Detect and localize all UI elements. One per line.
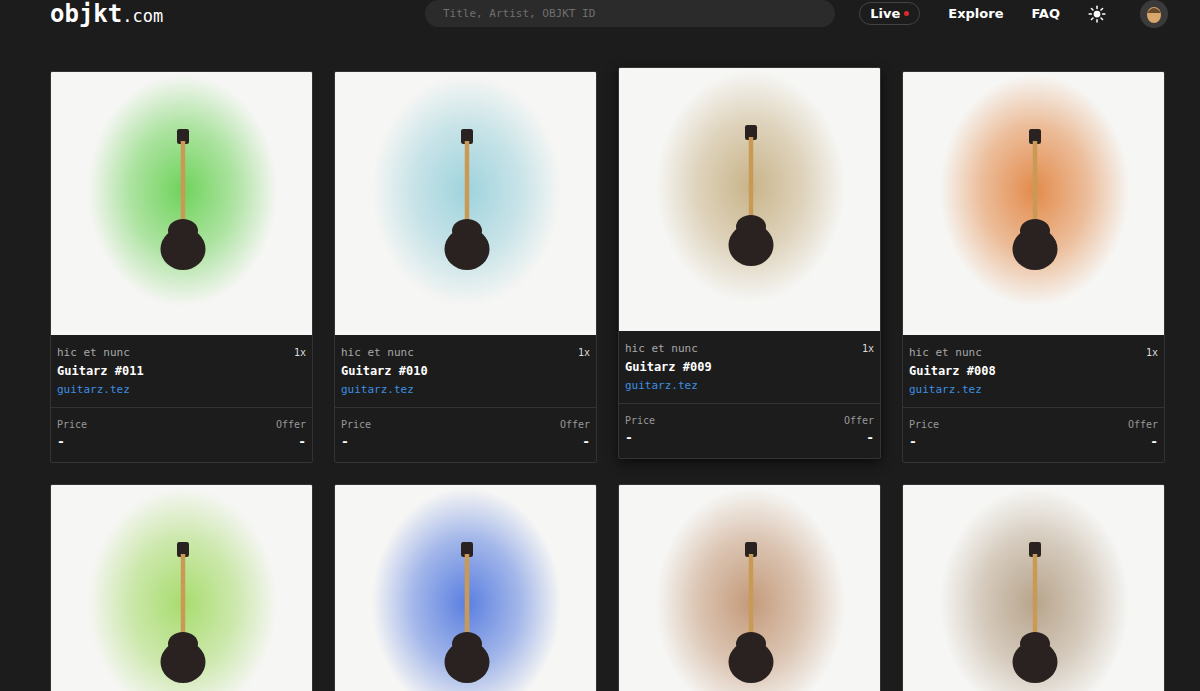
offer-label: Offer: [1128, 417, 1158, 432]
price-row: Price Offer - -: [903, 408, 1164, 462]
offer-label: Offer: [844, 413, 874, 428]
artwork-card[interactable]: [50, 484, 313, 691]
price-label: Price: [909, 417, 939, 432]
artwork-card[interactable]: hic et nunc 1x Guitarz #008 guitarz.tez …: [902, 71, 1165, 463]
top-bar: objkt.com Title, Artist, OBJKT ID Live Ex…: [0, 0, 1200, 27]
platform-label: hic et nunc: [341, 345, 414, 361]
artwork-image[interactable]: [903, 72, 1165, 335]
artwork-card[interactable]: [334, 484, 597, 691]
artwork-title[interactable]: Guitarz #009: [625, 357, 874, 377]
page: objkt.com Title, Artist, OBJKT ID Live Ex…: [0, 0, 1200, 691]
price-label: Price: [625, 413, 655, 428]
artwork-image[interactable]: [335, 485, 597, 691]
artwork-card[interactable]: hic et nunc 1x Guitarz #009 guitarz.tez …: [618, 67, 881, 459]
card-info: hic et nunc 1x Guitarz #009 guitarz.tez: [619, 331, 880, 404]
guitar-icon: [108, 492, 258, 691]
price-label: Price: [341, 417, 371, 432]
artwork-image[interactable]: [335, 72, 597, 335]
artwork-image[interactable]: [51, 72, 313, 335]
card-info: hic et nunc 1x Guitarz #008 guitarz.tez: [903, 335, 1164, 408]
artwork-card[interactable]: hic et nunc 1x Guitarz #010 guitarz.tez …: [334, 71, 597, 463]
offer-value: -: [866, 428, 874, 448]
price-row: Price Offer - -: [51, 408, 312, 462]
offer-value: -: [1150, 432, 1158, 452]
artwork-image[interactable]: [619, 68, 881, 331]
artist-link[interactable]: guitarz.tez: [341, 381, 590, 399]
editions-count: 1x: [1146, 345, 1158, 361]
price-row: Price Offer - -: [335, 408, 596, 462]
price-value: -: [909, 432, 917, 452]
price-row: Price Offer - -: [619, 404, 880, 458]
artwork-card[interactable]: [618, 484, 881, 691]
guitar-icon: [676, 75, 826, 325]
editions-count: 1x: [294, 345, 306, 361]
nav-link[interactable]: Explore: [948, 6, 1003, 21]
guitar-icon: [392, 492, 542, 691]
artwork-grid: hic et nunc 1x Guitarz #011 guitarz.tez …: [0, 27, 1200, 691]
offer-label: Offer: [560, 417, 590, 432]
artist-link[interactable]: guitarz.tez: [625, 377, 874, 395]
offer-value: -: [298, 432, 306, 452]
offer-value: -: [582, 432, 590, 452]
price-value: -: [341, 432, 349, 452]
avatar-icon[interactable]: [1140, 0, 1168, 28]
artwork-card[interactable]: hic et nunc 1x Guitarz #011 guitarz.tez …: [50, 71, 313, 463]
artwork-image[interactable]: [619, 485, 881, 691]
guitar-icon: [676, 492, 826, 691]
platform-label: hic et nunc: [625, 341, 698, 357]
live-dot-icon: [904, 11, 909, 16]
guitar-icon: [960, 492, 1110, 691]
logo[interactable]: objkt.com: [50, 0, 425, 28]
artwork-image[interactable]: [51, 485, 313, 691]
guitar-icon: [108, 79, 258, 329]
card-info: hic et nunc 1x Guitarz #010 guitarz.tez: [335, 335, 596, 408]
editions-count: 1x: [578, 345, 590, 361]
nav-link[interactable]: FAQ: [1031, 6, 1060, 21]
price-value: -: [57, 432, 65, 452]
artwork-title[interactable]: Guitarz #010: [341, 361, 590, 381]
price-value: -: [625, 428, 633, 448]
artwork-title[interactable]: Guitarz #011: [57, 361, 306, 381]
artwork-image[interactable]: [903, 485, 1165, 691]
offer-label: Offer: [276, 417, 306, 432]
nav: Live Explore FAQ: [859, 0, 1168, 28]
artist-link[interactable]: guitarz.tez: [909, 381, 1158, 399]
card-info: hic et nunc 1x Guitarz #011 guitarz.tez: [51, 335, 312, 408]
editions-count: 1x: [862, 341, 874, 357]
artwork-title[interactable]: Guitarz #008: [909, 361, 1158, 381]
artwork-card[interactable]: [902, 484, 1165, 691]
search-field[interactable]: Title, Artist, OBJKT ID: [425, 0, 835, 27]
platform-label: hic et nunc: [909, 345, 982, 361]
sun-icon[interactable]: [1088, 5, 1106, 23]
artist-link[interactable]: guitarz.tez: [57, 381, 306, 399]
platform-label: hic et nunc: [57, 345, 130, 361]
guitar-icon: [960, 79, 1110, 329]
price-label: Price: [57, 417, 87, 432]
live-button[interactable]: Live: [859, 2, 920, 25]
guitar-icon: [392, 79, 542, 329]
